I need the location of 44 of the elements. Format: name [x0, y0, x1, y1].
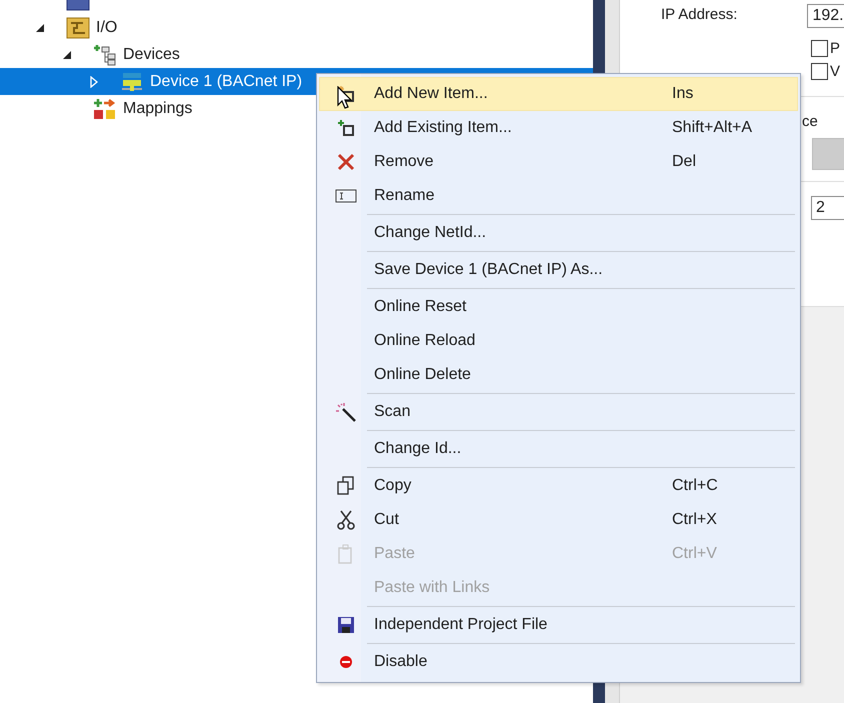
- menu-item[interactable]: Remove Del: [319, 145, 798, 179]
- menu-item[interactable]: Scan: [319, 395, 798, 429]
- menu-item[interactable]: Online Delete: [319, 358, 798, 392]
- disable-icon: [339, 655, 353, 669]
- remove-icon: [337, 153, 355, 171]
- tree-item-label[interactable]: I/O: [96, 18, 118, 36]
- checkbox[interactable]: [811, 40, 828, 57]
- checkbox-label: V: [830, 63, 840, 80]
- magic-wand-icon: [335, 402, 357, 422]
- rename-icon: [335, 189, 357, 203]
- menu-item[interactable]: Add Existing Item... Shift+Alt+A: [319, 111, 798, 145]
- menu-item[interactable]: Disable: [319, 645, 798, 679]
- menu-item[interactable]: Independent Project File: [319, 608, 798, 642]
- menu-item[interactable]: Rename: [319, 179, 798, 213]
- devices-tree-icon: [93, 44, 117, 66]
- menu-item[interactable]: Save Device 1 (BACnet IP) As...: [319, 253, 798, 287]
- add-existing-icon: [337, 119, 355, 137]
- menu-item[interactable]: Add New Item... Ins: [319, 77, 798, 111]
- menu-item[interactable]: Copy Ctrl+C: [319, 469, 798, 503]
- menu-item[interactable]: Change Id...: [319, 432, 798, 466]
- section-label: ce: [802, 113, 818, 130]
- expanded-arrow-icon[interactable]: [36, 24, 44, 32]
- ip-address-field[interactable]: 192.: [807, 4, 844, 28]
- field-label: IP Address:: [661, 5, 738, 23]
- tree-item-label: Device 1 (BACnet IP): [150, 72, 302, 90]
- number-field[interactable]: 2: [811, 196, 844, 220]
- checkbox-label: P: [830, 40, 840, 57]
- mappings-icon: [93, 98, 117, 120]
- menu-item[interactable]: Change NetId...: [319, 216, 798, 250]
- checkbox[interactable]: [811, 63, 828, 80]
- menu-item[interactable]: Online Reset: [319, 290, 798, 324]
- new-item-icon: [337, 85, 355, 103]
- bacnet-device-icon: [120, 70, 144, 92]
- io-folder-icon: [66, 16, 90, 38]
- mouse-cursor-icon: [337, 86, 353, 110]
- menu-item[interactable]: Online Reload: [319, 324, 798, 358]
- collapsed-arrow-icon[interactable]: [90, 76, 98, 88]
- scissors-icon: [337, 510, 355, 530]
- copy-icon: [337, 476, 355, 496]
- save-icon: [337, 616, 355, 634]
- menu-item[interactable]: Cut Ctrl+X: [319, 503, 798, 537]
- expanded-arrow-icon[interactable]: [63, 50, 71, 58]
- tree-item-label[interactable]: Mappings: [123, 100, 192, 118]
- tree-item-label[interactable]: Devices: [123, 46, 180, 64]
